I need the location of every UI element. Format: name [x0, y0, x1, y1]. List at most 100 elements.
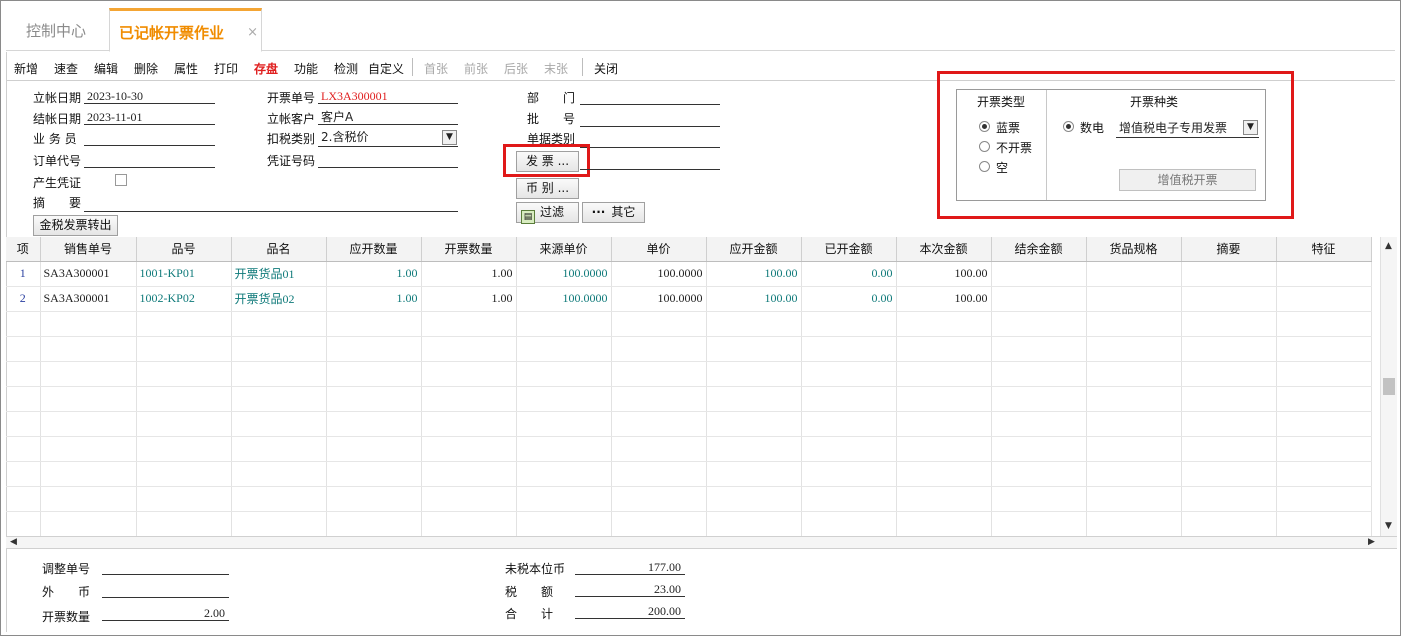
price-cell[interactable]: 100.0000 — [611, 286, 707, 312]
summary-field[interactable] — [84, 196, 458, 212]
sale-no-cell[interactable]: SA3A300001 — [40, 286, 137, 312]
src-price-cell[interactable]: 100.0000 — [516, 286, 612, 312]
table-cell[interactable] — [1276, 286, 1372, 312]
item-no-cell[interactable]: 1001-KP01 — [136, 261, 232, 287]
table-cell[interactable] — [991, 261, 1087, 287]
column-header[interactable]: 销售单号 — [40, 237, 137, 262]
voucher-checkbox[interactable] — [115, 174, 127, 186]
properties-button[interactable]: 属性 — [174, 60, 198, 77]
cur-amt-cell[interactable]: 100.00 — [896, 261, 992, 287]
empty-row[interactable] — [6, 411, 1372, 437]
tab-invoice-work[interactable]: 已记帐开票作业 × — [109, 8, 262, 52]
empty-row[interactable] — [6, 436, 1372, 462]
done-amt-cell[interactable]: 0.00 — [801, 261, 897, 287]
table-row[interactable]: 2 SA3A300001 1002-KP02 开票货品02 1.00 1.00 … — [6, 286, 1372, 312]
column-header[interactable]: 摘要 — [1181, 237, 1277, 262]
column-header[interactable]: 已开金额 — [801, 237, 897, 262]
next-record-button[interactable]: 后张 — [504, 60, 528, 77]
table-row[interactable]: 1 SA3A300001 1001-KP01 开票货品01 1.00 1.00 … — [6, 261, 1372, 287]
adjust-no-field[interactable] — [102, 559, 229, 575]
print-button[interactable]: 打印 — [214, 60, 238, 77]
empty-row[interactable] — [6, 461, 1372, 487]
save-button[interactable]: 存盘 — [254, 60, 278, 77]
table-cell[interactable] — [1181, 261, 1277, 287]
cur-amt-cell[interactable]: 100.00 — [896, 286, 992, 312]
golden-tax-export-button[interactable]: 金税发票转出 — [33, 215, 118, 236]
first-record-button[interactable]: 首张 — [424, 60, 448, 77]
vertical-scrollbar[interactable]: ▲ ▼ — [1380, 237, 1397, 536]
tax-type-select[interactable]: 2.含税价 ▼ — [318, 129, 458, 147]
last-record-button[interactable]: 末张 — [544, 60, 568, 77]
price-cell[interactable]: 100.0000 — [611, 261, 707, 287]
ledger-date-field[interactable]: 2023-10-30 — [84, 88, 215, 104]
column-header[interactable]: 货品规格 — [1086, 237, 1182, 262]
due-qty-cell[interactable]: 1.00 — [326, 286, 422, 312]
column-header[interactable]: 开票数量 — [421, 237, 517, 262]
other-button[interactable]: ··· 其它 — [582, 202, 645, 223]
inv-qty-cell[interactable]: 1.00 — [421, 261, 517, 287]
invoice-no-field[interactable]: LX3A300001 — [318, 88, 458, 104]
scroll-thumb[interactable] — [1383, 378, 1395, 395]
table-cell[interactable] — [1181, 286, 1277, 312]
voucher-no-field[interactable] — [318, 152, 458, 168]
function-button[interactable]: 功能 — [294, 60, 318, 77]
column-header[interactable]: 来源单价 — [516, 237, 612, 262]
empty-row[interactable] — [6, 486, 1372, 512]
done-amt-cell[interactable]: 0.00 — [801, 286, 897, 312]
due-amt-cell[interactable]: 100.00 — [706, 261, 802, 287]
chevron-left-icon[interactable]: ◀ — [10, 537, 17, 547]
empty-row[interactable] — [6, 386, 1372, 412]
check-button[interactable]: 检测 — [334, 60, 358, 77]
dept-field[interactable] — [580, 89, 720, 105]
batch-field[interactable] — [580, 111, 720, 127]
close-date-field[interactable]: 2023-11-01 — [84, 109, 215, 125]
foreign-field[interactable] — [102, 582, 229, 598]
empty-row[interactable] — [6, 311, 1372, 337]
close-icon[interactable]: × — [247, 11, 258, 55]
customer-field[interactable]: 客户A — [318, 109, 458, 125]
column-header[interactable]: 单价 — [611, 237, 707, 262]
delete-button[interactable]: 删除 — [134, 60, 158, 77]
column-header[interactable]: 项 — [6, 237, 41, 262]
table-cell[interactable] — [1086, 261, 1182, 287]
column-header[interactable]: 品号 — [136, 237, 232, 262]
item-name-cell[interactable]: 开票货品01 — [231, 261, 327, 287]
currency-button[interactable]: 币 别 ... — [516, 178, 579, 199]
chevron-down-icon[interactable]: ▼ — [1385, 521, 1392, 531]
column-header[interactable]: 品名 — [231, 237, 327, 262]
chevron-right-icon[interactable]: ▶ — [1368, 537, 1375, 547]
new-button[interactable]: 新增 — [14, 60, 38, 77]
horizontal-scrollbar[interactable]: ◀ ▶ — [6, 536, 1397, 549]
column-header[interactable]: 应开金额 — [706, 237, 802, 262]
due-amt-cell[interactable]: 100.00 — [706, 286, 802, 312]
quick-search-button[interactable]: 速查 — [54, 60, 78, 77]
column-header[interactable]: 特征 — [1276, 237, 1372, 262]
empty-row[interactable] — [6, 511, 1372, 536]
close-button[interactable]: 关闭 — [594, 60, 618, 77]
empty-row[interactable] — [6, 361, 1372, 387]
sale-no-cell[interactable]: SA3A300001 — [40, 261, 137, 287]
item-no-cell[interactable]: 1002-KP02 — [136, 286, 232, 312]
column-header[interactable]: 结余金额 — [991, 237, 1087, 262]
doc-type-field[interactable] — [580, 132, 720, 148]
salesman-field[interactable] — [84, 130, 215, 146]
due-qty-cell[interactable]: 1.00 — [326, 261, 422, 287]
column-header[interactable]: 应开数量 — [326, 237, 422, 262]
chevron-up-icon[interactable]: ▲ — [1385, 241, 1392, 251]
invoice-field[interactable] — [580, 154, 720, 170]
chevron-down-icon[interactable]: ▼ — [442, 130, 457, 145]
empty-row[interactable] — [6, 336, 1372, 362]
src-price-cell[interactable]: 100.0000 — [516, 261, 612, 287]
filter-button[interactable]: ▤ 过滤 — [516, 202, 579, 224]
tab-control-center[interactable]: 控制中心 — [26, 12, 86, 51]
table-cell[interactable] — [1086, 286, 1182, 312]
customize-button[interactable]: 自定义 — [368, 60, 404, 77]
edit-button[interactable]: 编辑 — [94, 60, 118, 77]
order-code-field[interactable] — [84, 152, 215, 168]
prev-record-button[interactable]: 前张 — [464, 60, 488, 77]
column-header[interactable]: 本次金额 — [896, 237, 992, 262]
table-cell[interactable] — [991, 286, 1087, 312]
table-cell[interactable] — [1276, 261, 1372, 287]
item-name-cell[interactable]: 开票货品02 — [231, 286, 327, 312]
inv-qty-cell[interactable]: 1.00 — [421, 286, 517, 312]
